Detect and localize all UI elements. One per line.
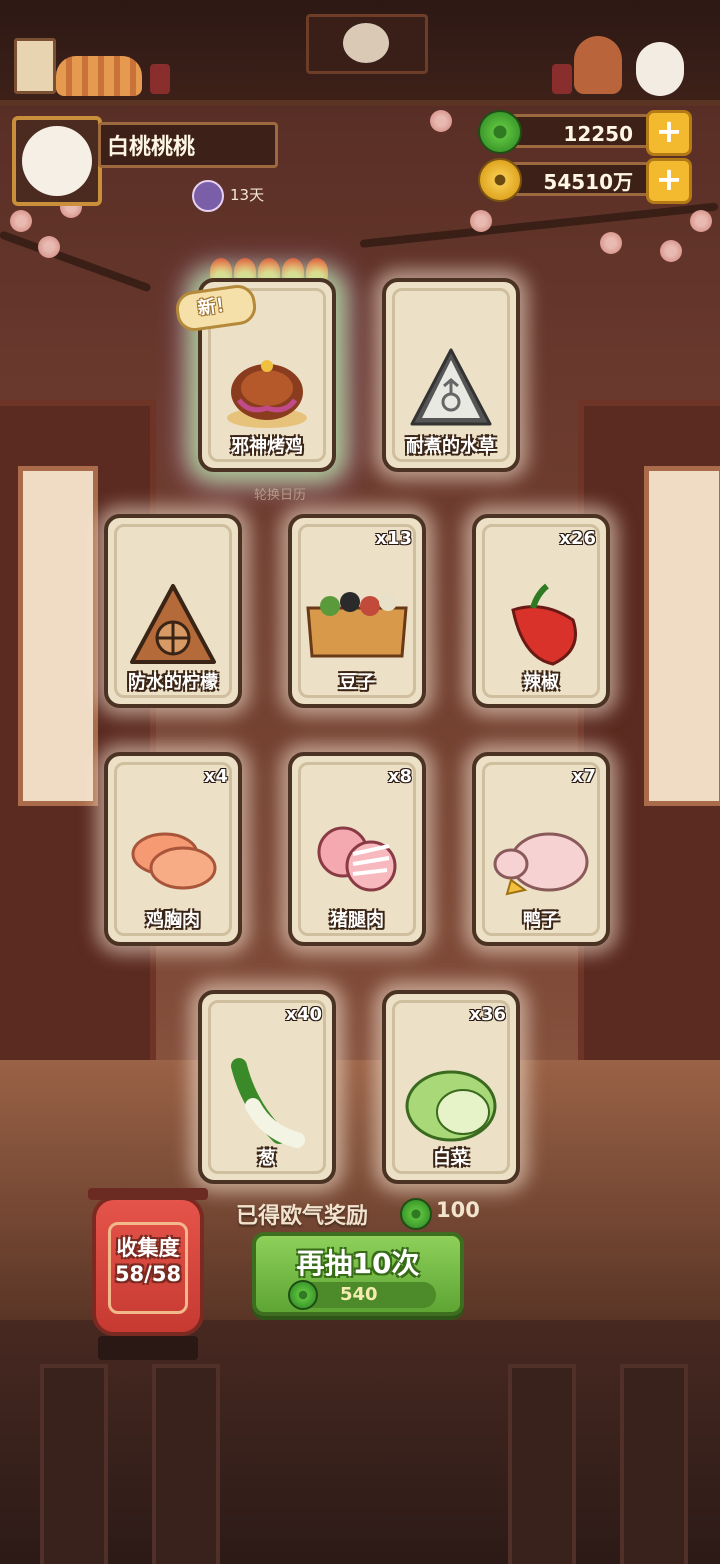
card-chicken-breast[interactable]: x4 鸡胸肉 xyxy=(104,752,242,946)
card-name: 防水的柠檬 xyxy=(128,672,218,693)
card-name: 猪腿肉 xyxy=(330,910,384,931)
collection-label: 收集度 xyxy=(116,1236,180,1260)
duck-icon xyxy=(493,832,589,896)
wall-frame-icon xyxy=(14,38,56,94)
card-name: 辣椒 xyxy=(523,672,559,693)
chili-icon xyxy=(511,583,577,666)
card-qty: x13 xyxy=(375,528,412,549)
card-duck[interactable]: x7 鸭子 xyxy=(472,752,610,946)
card-scallion[interactable]: x40 葱 xyxy=(198,990,336,1184)
card-qty: x7 xyxy=(571,766,596,787)
calendar-badge-icon xyxy=(192,180,224,212)
fence-post xyxy=(152,1364,220,1564)
card-qty: x36 xyxy=(469,1004,506,1025)
right-door xyxy=(578,400,720,1072)
card-lemon[interactable]: 防水的柠檬 xyxy=(104,514,242,708)
game-scene: 白桃桃桃 13天 12250 + 54510万 + 邪神烤鸡 新！ 耐煮的水草 … xyxy=(0,0,720,1564)
player-name: 白桃桃桃 xyxy=(98,122,278,168)
white-cat-avatar-icon xyxy=(22,126,92,196)
lemon-icon xyxy=(130,584,216,664)
sleeping-cat-icon xyxy=(56,56,142,96)
card-chili[interactable]: x26 辣椒 xyxy=(472,514,610,708)
card-name: 耐煮的水草 xyxy=(406,436,496,457)
collection-value: 58/58 xyxy=(114,1262,182,1286)
avatar[interactable] xyxy=(12,116,102,206)
card-qty: x8 xyxy=(387,766,412,787)
pork-leg-icon xyxy=(317,826,397,892)
coin-icon xyxy=(478,158,522,202)
jade-icon xyxy=(288,1280,318,1310)
fence-post xyxy=(620,1364,688,1564)
card-waterweed[interactable]: 耐煮的水草 xyxy=(382,278,520,472)
card-name: 鸭子 xyxy=(523,910,559,931)
chicken-breast-icon xyxy=(131,832,217,890)
draw-again-button[interactable]: 再抽10次 540 xyxy=(252,1232,464,1316)
cabbage-icon xyxy=(405,1070,497,1142)
card-name: 葱 xyxy=(258,1148,276,1169)
top-shelf xyxy=(0,0,720,106)
lantern-stand xyxy=(98,1336,198,1360)
card-name: 白菜 xyxy=(433,1148,469,1169)
reward-label: 已得欧气奖励 xyxy=(236,1204,369,1229)
beans-icon xyxy=(306,592,408,658)
fence-post xyxy=(40,1364,108,1564)
add-jade-button[interactable]: + xyxy=(646,110,692,156)
card-name: 邪神烤鸡 xyxy=(231,436,303,457)
white-cat-icon[interactable] xyxy=(636,42,684,96)
card-qty: x26 xyxy=(559,528,596,549)
roast-chicken-icon xyxy=(227,360,307,428)
hanging-scroll xyxy=(306,14,428,74)
chef-character-icon[interactable] xyxy=(574,36,622,94)
blossom-branch xyxy=(0,230,152,293)
card-pork-leg[interactable]: x8 猪腿肉 xyxy=(288,752,426,946)
jade-icon xyxy=(478,110,522,154)
card-qty: x4 xyxy=(203,766,228,787)
rotate-calendar-label: 轮换日历 xyxy=(254,488,307,503)
add-coin-button[interactable]: + xyxy=(646,158,692,204)
draw-cost: 540 xyxy=(340,1284,378,1305)
waterweed-icon xyxy=(410,348,492,426)
collection-lantern[interactable]: 收集度 58/58 xyxy=(88,1188,208,1336)
card-name: 豆子 xyxy=(339,672,375,693)
scallion-icon xyxy=(231,1058,305,1148)
card-beans[interactable]: x13 豆子 xyxy=(288,514,426,708)
days-count: 13天 xyxy=(230,186,265,204)
draw-label: 再抽10次 xyxy=(296,1247,420,1280)
reward-value: 100 xyxy=(436,1198,480,1222)
jade-icon xyxy=(400,1198,432,1230)
cat-portrait-icon xyxy=(343,23,389,63)
jar-icon xyxy=(150,64,170,94)
jar-icon xyxy=(552,64,572,94)
card-cabbage[interactable]: x36 白菜 xyxy=(382,990,520,1184)
fence-post xyxy=(508,1364,576,1564)
left-door xyxy=(0,400,156,1072)
card-qty: x40 xyxy=(285,1004,322,1025)
card-name: 鸡胸肉 xyxy=(146,910,200,931)
